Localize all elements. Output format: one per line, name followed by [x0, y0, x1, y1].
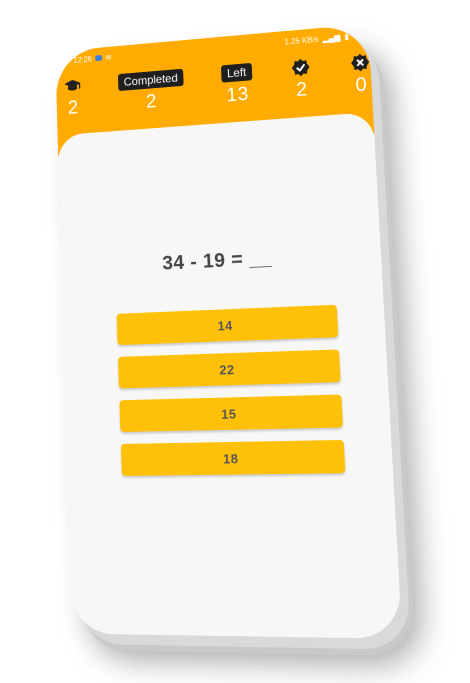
answer-button-4[interactable]: 18 — [121, 440, 346, 476]
answer-button-3[interactable]: 15 — [119, 395, 343, 433]
correct-value: 2 — [296, 79, 309, 102]
battery-icon: ▮ — [344, 32, 349, 41]
status-left: 12:26 ✉ — [73, 52, 111, 65]
wrong-stat: 0 — [350, 53, 373, 113]
wrong-value: 0 — [355, 74, 368, 98]
completed-stat: Completed 2 — [118, 69, 185, 131]
quiz-content: 34 - 19 = __ 14 22 15 18 — [58, 112, 403, 639]
graduation-cap-icon — [63, 77, 82, 95]
network-speed: 1.25 KB/s — [284, 34, 318, 46]
close-badge-icon — [350, 53, 371, 72]
completed-label: Completed — [118, 69, 184, 91]
level-stat: 2 — [63, 77, 83, 135]
left-label: Left — [221, 63, 252, 83]
left-stat: Left 13 — [221, 63, 254, 123]
left-value: 13 — [226, 83, 249, 107]
phone-mockup: 12:26 ✉ 1.25 KB/s ▂▄▆ ▮ 2 Completed 2 Le… — [55, 24, 402, 639]
signal-icon: ▂▄▆ — [322, 32, 340, 42]
notification-icon — [95, 55, 102, 61]
answer-button-2[interactable]: 22 — [118, 349, 341, 388]
message-icon: ✉ — [105, 53, 111, 62]
question-text: 34 - 19 = __ — [61, 242, 381, 281]
answer-list: 14 22 15 18 — [117, 305, 346, 488]
status-right: 1.25 KB/s ▂▄▆ ▮ — [284, 31, 349, 46]
level-value: 2 — [68, 97, 79, 119]
check-badge-icon — [290, 58, 310, 77]
answer-button-1[interactable]: 14 — [117, 305, 339, 345]
status-time: 12:26 — [73, 54, 91, 64]
stage: 12:26 ✉ 1.25 KB/s ▂▄▆ ▮ 2 Completed 2 Le… — [0, 0, 470, 683]
correct-stat: 2 — [290, 58, 313, 118]
completed-value: 2 — [146, 91, 158, 114]
